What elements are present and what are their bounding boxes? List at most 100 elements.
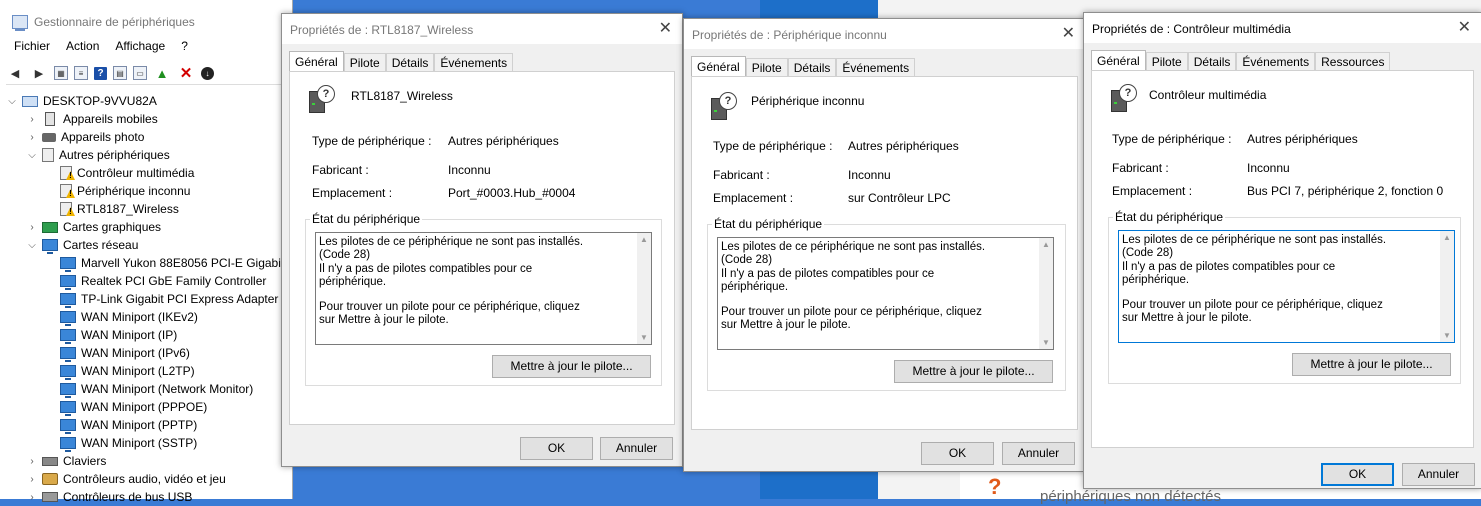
tree-item[interactable]: Contrôleur multimédia [0, 164, 292, 182]
download-circle-icon[interactable]: ↓ [201, 66, 214, 80]
warn-device-icon [60, 184, 72, 198]
uninstall-x-icon[interactable]: ✕ [177, 65, 195, 82]
tree-item[interactable]: Périphérique inconnu [0, 182, 292, 200]
tree-item[interactable]: WAN Miniport (PPPOE) [0, 398, 292, 416]
forward-arrow-icon[interactable]: ▶ [30, 65, 48, 81]
chevron-right-icon[interactable]: › [26, 456, 38, 467]
tree-item[interactable]: ⌵ DESKTOP-9VVU82A [0, 92, 292, 110]
tree-item[interactable]: TP-Link Gigabit PCI Express Adapter [0, 290, 292, 308]
tab-general[interactable]: Général [1091, 50, 1146, 72]
status-scrollbar[interactable]: ▲ ▼ [1039, 238, 1053, 349]
chevron-down-icon[interactable]: ⌵ [6, 96, 18, 107]
cancel-button[interactable]: Annuler [1402, 463, 1475, 486]
other-device-icon [42, 148, 54, 162]
close-icon[interactable]: ✕ [659, 18, 672, 38]
scroll-down-icon[interactable]: ▼ [1440, 331, 1454, 340]
tree-item-label: WAN Miniport (Network Monitor) [81, 382, 254, 396]
status-textbox[interactable]: Les pilotes de ce périphérique ne sont p… [717, 237, 1054, 350]
update-driver-button[interactable]: Mettre à jour le pilote... [1292, 353, 1451, 376]
tree-item[interactable]: WAN Miniport (Network Monitor) [0, 380, 292, 398]
update-driver-button[interactable]: Mettre à jour le pilote... [894, 360, 1053, 383]
scroll-up-icon[interactable]: ▲ [1440, 233, 1454, 242]
tab-pilote[interactable]: Pilote [1145, 52, 1188, 71]
tab-details[interactable]: Détails [1187, 52, 1237, 71]
update-driver-button[interactable]: Mettre à jour le pilote... [492, 355, 651, 378]
tree-item[interactable]: Marvell Yukon 88E8056 PCI-E Gigabit [0, 254, 292, 272]
tree-item[interactable]: ⌵ Cartes réseau [0, 236, 292, 254]
dialog-multimedia-controller-properties: Propriétés de : Contrôleur multimédia ✕ … [1083, 12, 1481, 489]
tree-item[interactable]: › Claviers [0, 452, 292, 470]
chevron-right-icon[interactable]: › [26, 222, 38, 233]
ok-button[interactable]: OK [520, 437, 593, 460]
scroll-up-icon[interactable]: ▲ [1039, 240, 1053, 249]
status-textbox[interactable]: Les pilotes de ce périphérique ne sont p… [1118, 230, 1455, 343]
scroll-up-icon[interactable]: ▲ [637, 235, 651, 244]
chevron-right-icon[interactable]: › [26, 132, 38, 143]
tree-item[interactable]: › Cartes graphiques [0, 218, 292, 236]
status-textbox[interactable]: Les pilotes de ce périphérique ne sont p… [315, 232, 652, 345]
tree-item-label: Périphérique inconnu [77, 184, 191, 198]
device-name: Contrôleur multimédia [1149, 88, 1267, 102]
close-icon[interactable]: ✕ [1062, 23, 1075, 43]
scroll-down-icon[interactable]: ▼ [637, 333, 651, 342]
ok-button[interactable]: OK [921, 442, 994, 465]
chevron-down-icon[interactable]: ⌵ [26, 240, 38, 251]
menu-affichage[interactable]: Affichage [115, 39, 165, 53]
tab-pilote[interactable]: Pilote [343, 53, 386, 72]
tab-details[interactable]: Détails [787, 58, 837, 77]
chevron-down-icon[interactable]: ⌵ [26, 150, 38, 161]
tree-item-label: WAN Miniport (IPv6) [81, 346, 190, 360]
tree-item[interactable]: Realtek PCI GbE Family Controller [0, 272, 292, 290]
status-scrollbar[interactable]: ▲ ▼ [637, 233, 651, 344]
tree-item[interactable]: WAN Miniport (SSTP) [0, 434, 292, 452]
tree-item[interactable]: › Appareils mobiles [0, 110, 292, 128]
chevron-right-icon[interactable]: › [26, 492, 38, 503]
tree-item[interactable]: WAN Miniport (IPv6) [0, 344, 292, 362]
tab-details[interactable]: Détails [385, 53, 435, 72]
cancel-button[interactable]: Annuler [600, 437, 673, 460]
tab-ressources[interactable]: Ressources [1315, 52, 1391, 71]
back-arrow-icon[interactable]: ◀ [6, 65, 24, 81]
dialog-title: Propriétés de : Périphérique inconnu [692, 28, 887, 42]
dialog-titlebar: Propriétés de : RTL8187_Wireless ✕ [282, 14, 682, 44]
update-driver-icon[interactable]: ▲ [153, 65, 171, 81]
close-icon[interactable]: ✕ [1458, 17, 1471, 37]
tab-general[interactable]: Général [289, 51, 344, 73]
menu-help[interactable]: ? [181, 39, 188, 53]
scroll-down-icon[interactable]: ▼ [1039, 338, 1053, 347]
tree-item[interactable]: WAN Miniport (IP) [0, 326, 292, 344]
tree-item[interactable]: WAN Miniport (IKEv2) [0, 308, 292, 326]
tab-evenements[interactable]: Événements [1236, 52, 1316, 71]
monitor-icon[interactable]: ▭ [133, 66, 147, 80]
tree-item[interactable]: RTL8187_Wireless [0, 200, 292, 218]
tab-evenements[interactable]: Événements [434, 53, 514, 72]
tab-general[interactable]: Général [691, 56, 746, 78]
chevron-right-icon[interactable]: › [26, 474, 38, 485]
details-icon[interactable]: ▤ [113, 66, 127, 80]
menu-action[interactable]: Action [66, 39, 99, 53]
status-scrollbar[interactable]: ▲ ▼ [1440, 231, 1454, 342]
cancel-button[interactable]: Annuler [1002, 442, 1075, 465]
status-group: État du périphérique Les pilotes de ce p… [305, 212, 662, 386]
tree-item-label: Claviers [63, 454, 107, 468]
help-icon[interactable]: ? [94, 66, 107, 80]
tab-evenements[interactable]: Événements [836, 58, 916, 77]
tab-strip: Général Pilote Détails Événements Ressou… [1091, 50, 1391, 72]
location-label: Emplacement : [1112, 184, 1193, 198]
list-view-icon[interactable]: ≡ [74, 66, 88, 80]
ok-button[interactable]: OK [1321, 463, 1394, 486]
tree-item[interactable]: › Contrôleurs de bus USB [0, 488, 292, 506]
properties-icon[interactable]: ▦ [54, 66, 68, 80]
tree-item[interactable]: WAN Miniport (PPTP) [0, 416, 292, 434]
tree-item-label: WAN Miniport (PPPOE) [81, 400, 208, 414]
tab-pilote[interactable]: Pilote [745, 58, 788, 77]
gpu-device-icon [42, 221, 58, 233]
tree-item[interactable]: ⌵ Autres périphériques [0, 146, 292, 164]
tree-item[interactable]: › Appareils photo [0, 128, 292, 146]
tree-item[interactable]: WAN Miniport (L2TP) [0, 362, 292, 380]
menu-fichier[interactable]: Fichier [14, 39, 50, 53]
chevron-right-icon[interactable]: › [26, 114, 38, 125]
maker-label: Fabricant : [1112, 161, 1169, 175]
tree-item[interactable]: › Contrôleurs audio, vidéo et jeu [0, 470, 292, 488]
dialog-titlebar: Propriétés de : Périphérique inconnu ✕ [684, 19, 1085, 49]
